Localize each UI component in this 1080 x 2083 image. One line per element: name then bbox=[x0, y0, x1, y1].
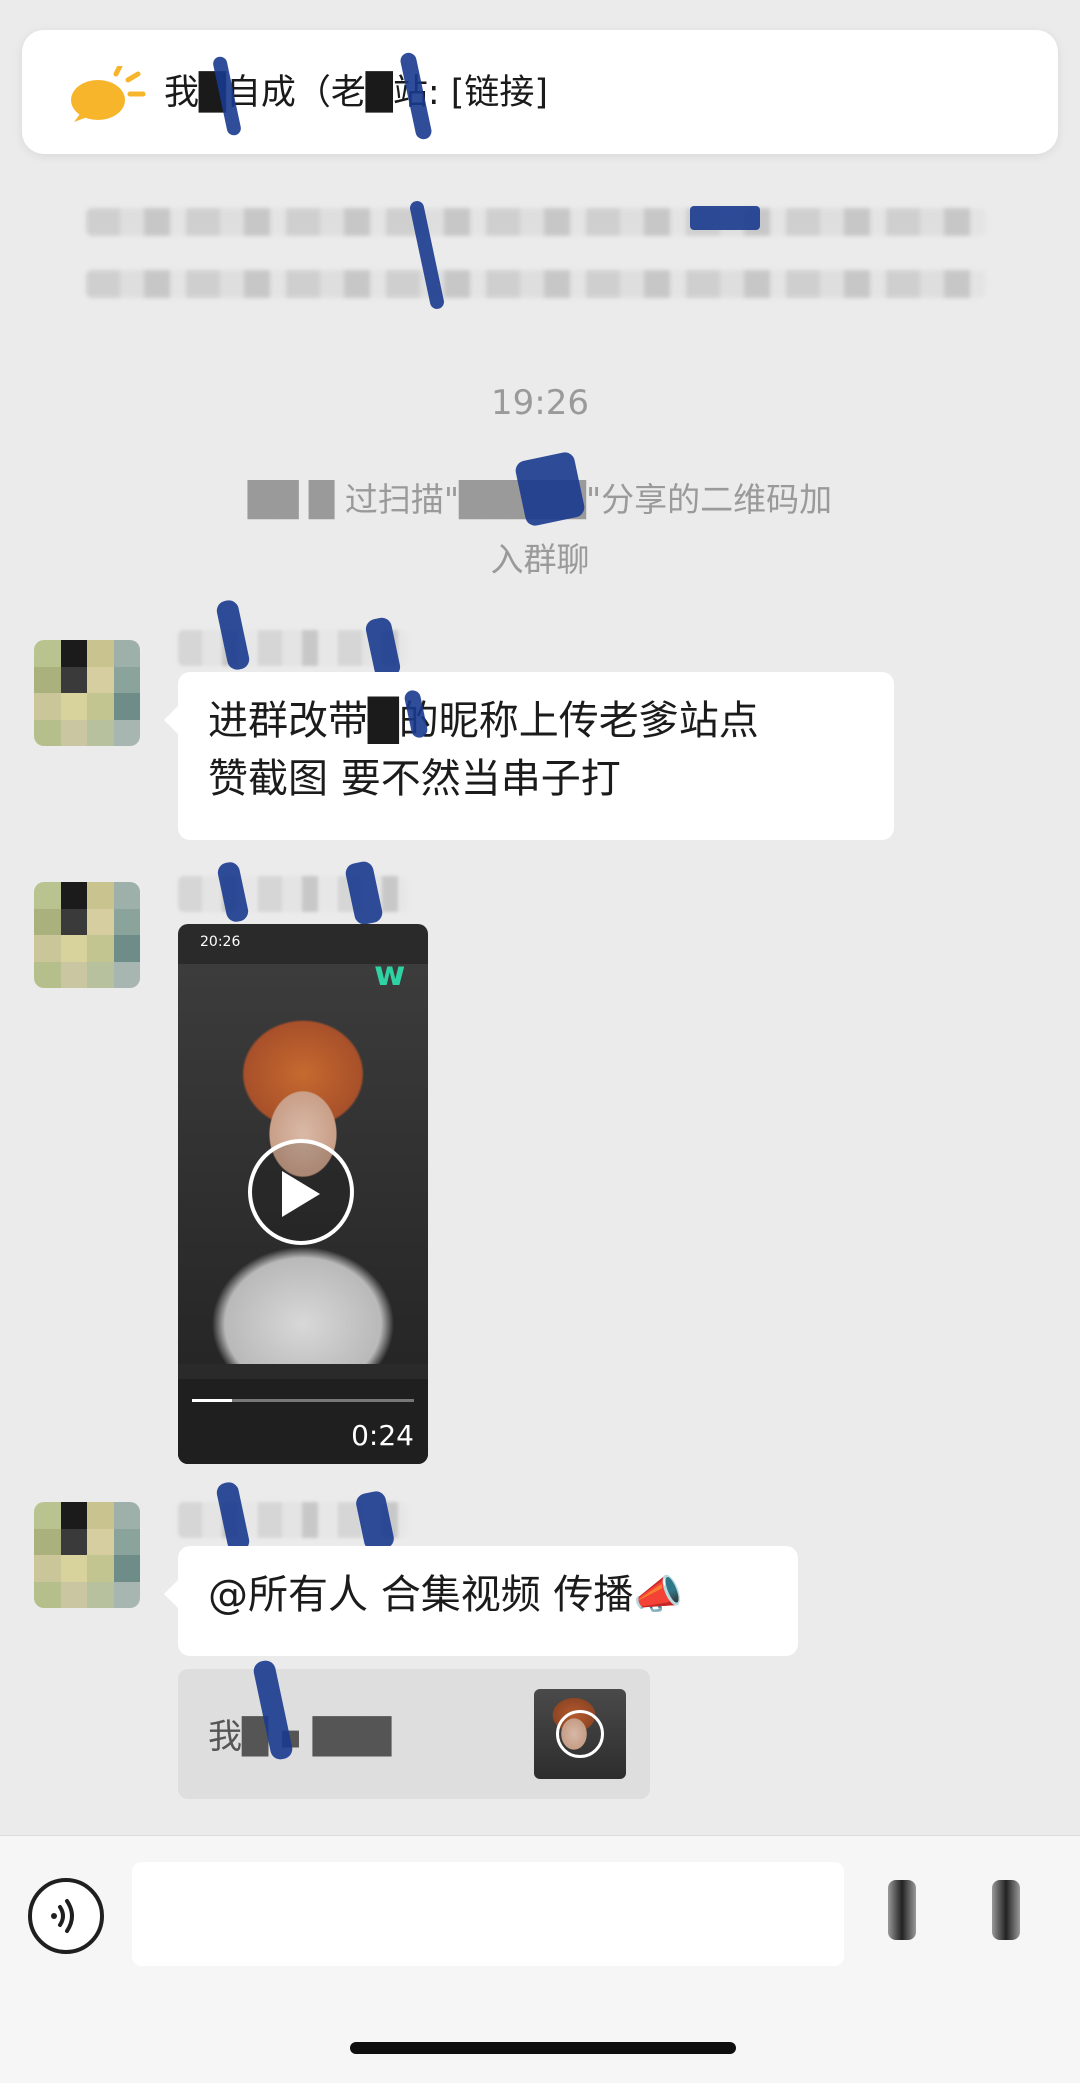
message-line: 进群改带█的昵称上传老爹站点 bbox=[208, 698, 759, 744]
message-input[interactable] bbox=[132, 1862, 844, 1966]
quoted-message[interactable]: 我█ ▪ ███ bbox=[178, 1669, 650, 1799]
more-button[interactable] bbox=[992, 1880, 1020, 1940]
pinned-announcement[interactable]: 我█自成（老█站: [链接] bbox=[22, 30, 1058, 154]
blurred-text-row bbox=[86, 208, 986, 236]
message-line: 赞截图 要不然当串子打 bbox=[208, 756, 621, 802]
message-line: @所有人 合集视频 传播📣 bbox=[208, 1572, 684, 1618]
voice-input-icon[interactable] bbox=[28, 1878, 104, 1954]
quoted-text: 我█ ▪ ███ bbox=[208, 1717, 392, 1757]
join-notice-line2: 入群聊 bbox=[490, 540, 590, 579]
home-indicator[interactable] bbox=[350, 2042, 736, 2054]
avatar[interactable] bbox=[34, 1502, 140, 1608]
message-bubble[interactable]: 进群改带█的昵称上传老爹站点 赞截图 要不然当串子打 bbox=[164, 672, 894, 840]
video-progress-fill bbox=[192, 1399, 232, 1402]
video-duration: 0:24 bbox=[351, 1419, 414, 1452]
emoji-button[interactable] bbox=[888, 1880, 916, 1940]
announcement-bubble-icon bbox=[71, 66, 146, 122]
play-icon bbox=[282, 1171, 320, 1217]
play-icon bbox=[556, 1710, 604, 1758]
app-logo-icon: w bbox=[374, 954, 406, 994]
timestamp: 19:26 bbox=[491, 383, 589, 423]
video-message[interactable]: 20:26 w 0:24 bbox=[178, 924, 428, 1464]
avatar[interactable] bbox=[34, 882, 140, 988]
video-status-time: 20:26 bbox=[200, 934, 241, 950]
video-status-bar: 20:26 w bbox=[178, 924, 428, 994]
message-bubble[interactable]: @所有人 合集视频 传播📣 bbox=[164, 1546, 798, 1656]
blurred-text-row bbox=[86, 270, 986, 298]
avatar[interactable] bbox=[34, 640, 140, 746]
